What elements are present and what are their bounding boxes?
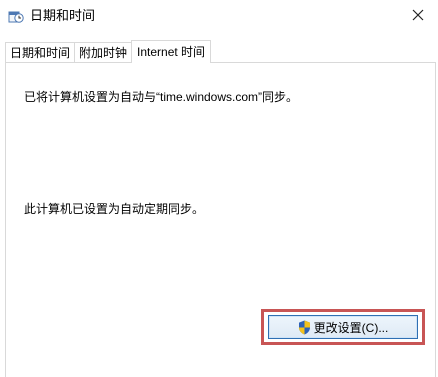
tab-additional-clocks[interactable]: 附加时钟 bbox=[74, 42, 133, 63]
title-bar: 日期和时间 bbox=[0, 0, 438, 32]
tab-date-time[interactable]: 日期和时间 bbox=[5, 42, 76, 63]
internet-time-panel: 已将计算机设置为自动与“time.windows.com”同步。 此计算机已设置… bbox=[5, 62, 436, 377]
sync-status-text: 已将计算机设置为自动与“time.windows.com”同步。 bbox=[24, 90, 299, 104]
date-time-icon bbox=[8, 8, 24, 24]
change-settings-label: 更改设置(C)... bbox=[313, 320, 389, 335]
change-settings-button[interactable]: 更改设置(C)... bbox=[268, 315, 418, 339]
shield-icon bbox=[298, 320, 311, 335]
date-time-dialog: 日期和时间 日期和时间 附加时钟 Internet 时间 已将计算机设置为自动与… bbox=[0, 0, 438, 377]
window-title: 日期和时间 bbox=[30, 8, 96, 23]
tab-internet-time[interactable]: Internet 时间 bbox=[131, 40, 212, 63]
tab-strip: 日期和时间 附加时钟 Internet 时间 bbox=[5, 40, 212, 63]
close-icon bbox=[412, 9, 424, 24]
sync-schedule-text: 此计算机已设置为自动定期同步。 bbox=[24, 202, 205, 216]
close-button[interactable] bbox=[404, 2, 432, 30]
